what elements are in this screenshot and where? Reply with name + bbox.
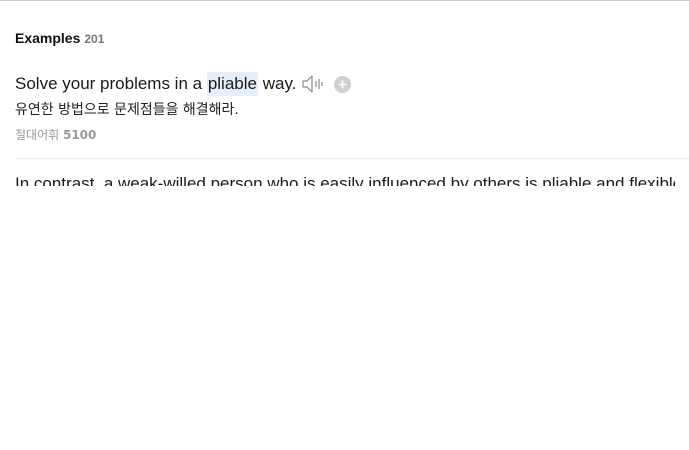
example-translation: 유연한 방법으로 문제점들을 해결해라. (15, 102, 239, 118)
example-divider (15, 158, 689, 159)
add-example-button[interactable] (334, 75, 352, 93)
example-item: Solve your problems in a pliable way. 유연… (15, 72, 689, 143)
example-sentence: Solve your problems in a pliable way. (15, 72, 689, 96)
highlighted-word: pliable (206, 72, 258, 96)
example-source: 절대어휘 5100 (15, 126, 689, 143)
sentence-after: way. (257, 74, 297, 93)
sentence-before: Solve your problems in a (15, 74, 207, 93)
examples-panel: Examples 201 Solve your problems in a pl… (0, 0, 689, 450)
examples-header: Examples 201 (15, 30, 104, 46)
next-example-sentence: In contrast, a weak-willed person who is… (15, 174, 675, 186)
examples-title: Examples (15, 30, 81, 46)
source-name: 절대어휘 (15, 128, 63, 142)
examples-count: 201 (84, 32, 105, 46)
speaker-icon[interactable] (301, 74, 325, 94)
plus-icon (338, 80, 347, 88)
source-number: 5100 (62, 128, 97, 142)
